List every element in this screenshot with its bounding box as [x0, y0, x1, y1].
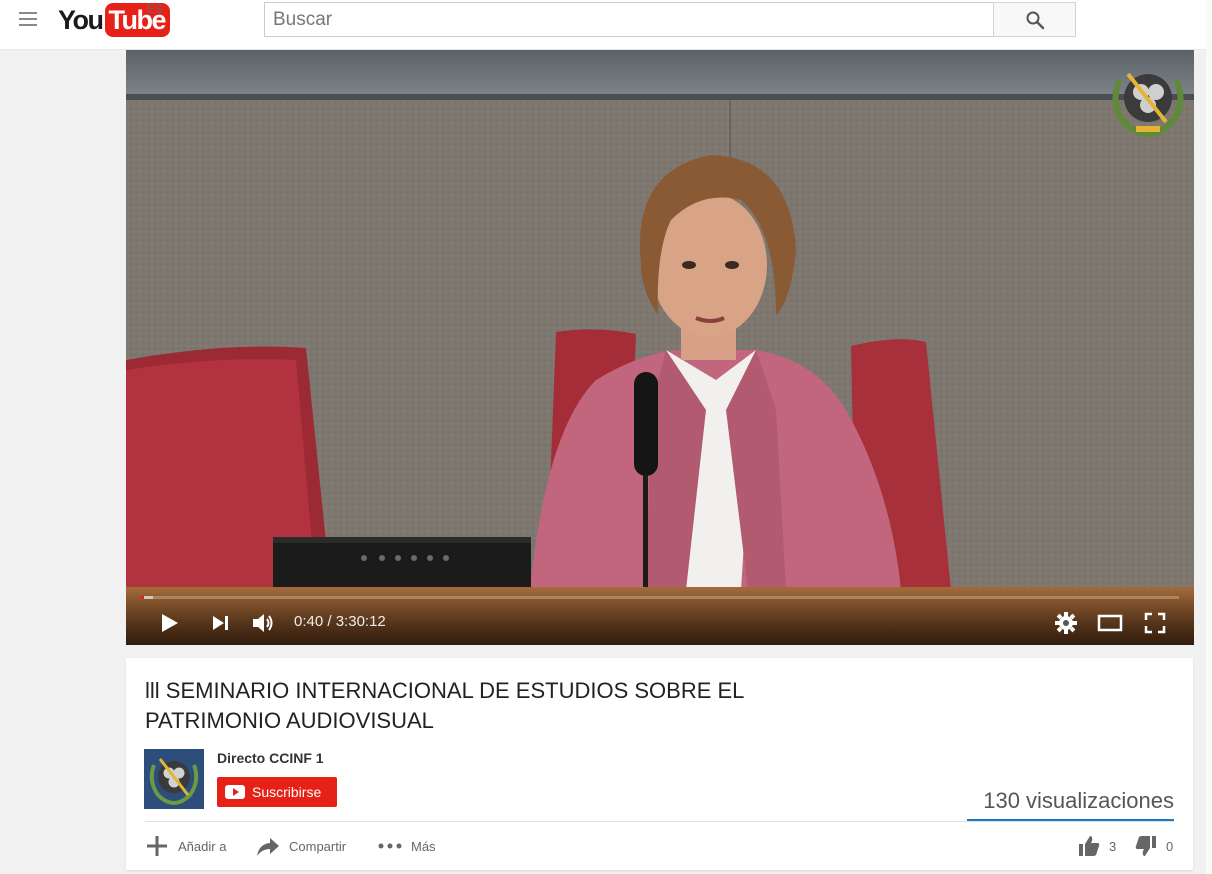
divider	[145, 821, 1174, 822]
progress-bar[interactable]	[141, 596, 1179, 599]
more-button[interactable]: Más	[378, 834, 436, 858]
channel-crest-icon	[144, 749, 204, 809]
thumbs-down-icon	[1135, 836, 1156, 856]
video-info-card: lll SEMINARIO INTERNACIONAL DE ESTUDIOS …	[126, 658, 1193, 870]
fullscreen-icon[interactable]	[1144, 612, 1166, 634]
more-icon	[378, 843, 402, 849]
time-display: 0:40 / 3:30:12	[294, 613, 386, 630]
current-time: 0:40	[294, 613, 324, 630]
subscribe-label: Suscribirse	[252, 784, 322, 800]
progress-played	[141, 596, 145, 599]
share-button[interactable]: Compartir	[256, 834, 346, 858]
region-code: ES	[147, 2, 164, 16]
time-separator: /	[323, 613, 336, 630]
next-icon[interactable]	[211, 613, 231, 633]
share-label: Compartir	[289, 838, 347, 854]
search-button[interactable]	[993, 2, 1076, 37]
duration: 3:30:12	[335, 613, 386, 630]
video-title: lll SEMINARIO INTERNACIONAL DE ESTUDIOS …	[145, 678, 744, 733]
dislike-count: 0	[1166, 838, 1174, 854]
plus-icon	[147, 836, 167, 856]
channel-watermark-logo	[1112, 72, 1184, 137]
subscribe-button[interactable]: Suscribirse	[217, 777, 337, 807]
add-to-button[interactable]: Añadir a	[145, 834, 226, 858]
search-bar	[264, 2, 1076, 37]
youtube-play-icon	[225, 785, 245, 799]
dislike-button[interactable]: 0	[1135, 834, 1173, 858]
scrollbar[interactable]	[1206, 0, 1212, 874]
search-icon	[1026, 11, 1044, 29]
theater-icon[interactable]	[1097, 613, 1123, 633]
settings-icon[interactable]	[1055, 612, 1077, 634]
masthead: You Tube ES	[0, 0, 1212, 50]
more-label: Más	[411, 838, 436, 854]
thumbs-up-icon	[1079, 836, 1100, 856]
add-to-label: Añadir a	[178, 838, 227, 854]
video-player[interactable]: 0:40 / 3:30:12	[126, 50, 1194, 645]
menu-icon[interactable]	[19, 12, 37, 26]
like-count: 3	[1109, 838, 1117, 854]
volume-icon[interactable]	[251, 611, 277, 635]
channel-name[interactable]: Directo CCINF 1	[217, 750, 324, 766]
search-input[interactable]	[264, 2, 994, 37]
channel-avatar[interactable]	[144, 749, 204, 809]
view-count: 130 visualizaciones	[983, 788, 1174, 813]
like-button[interactable]: 3	[1078, 834, 1116, 858]
video-frame	[126, 50, 1194, 645]
share-icon	[257, 838, 279, 856]
logo-you-text: You	[58, 5, 104, 35]
play-icon[interactable]	[159, 612, 181, 634]
